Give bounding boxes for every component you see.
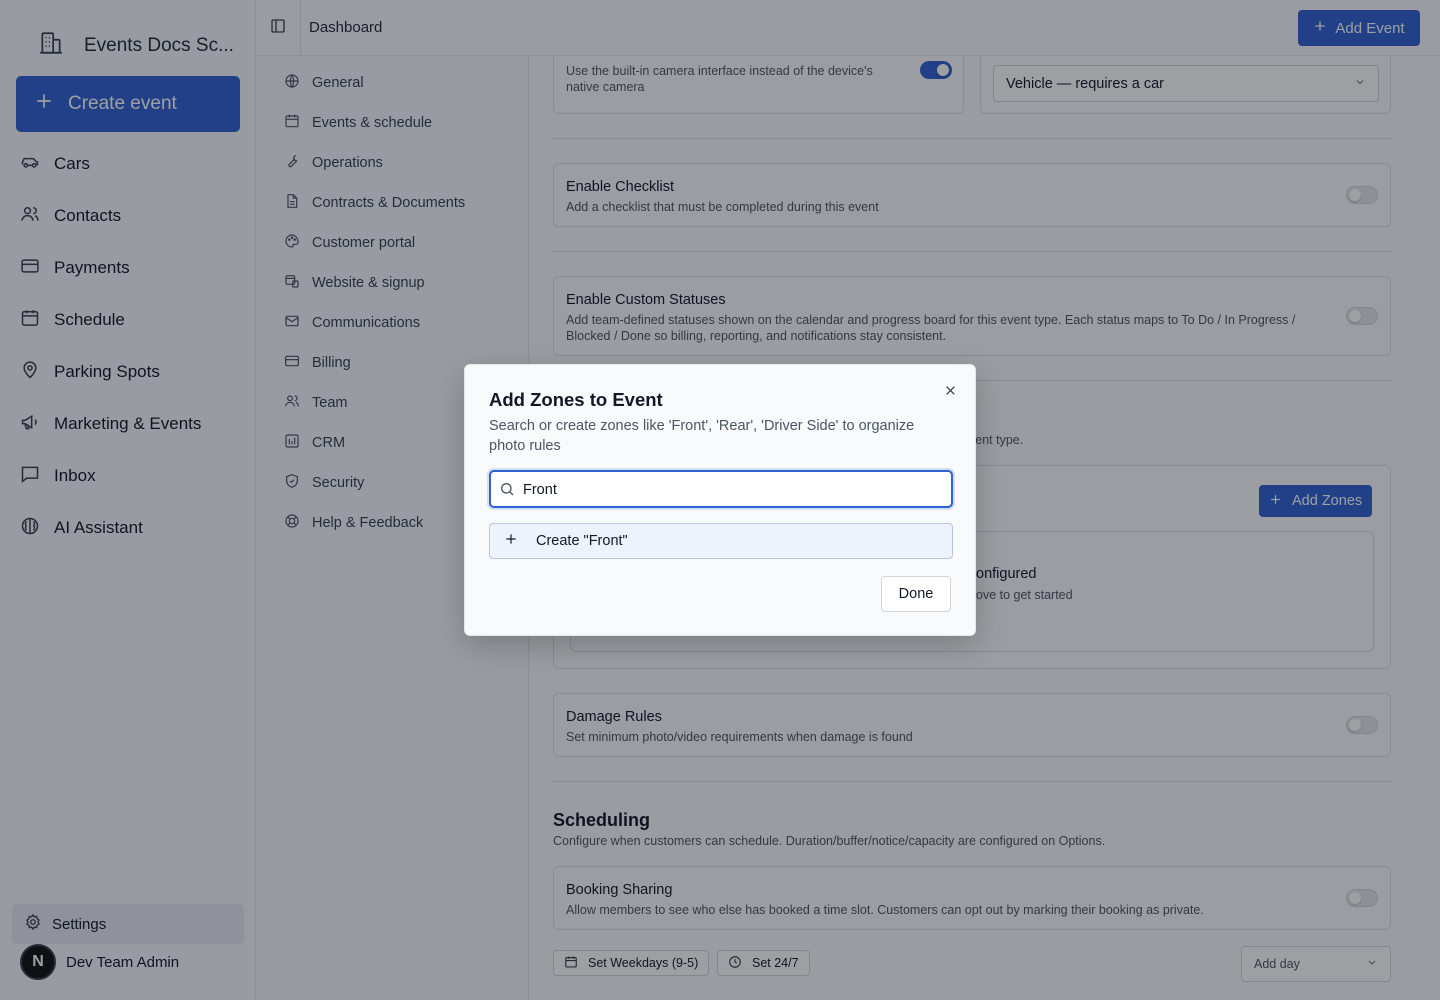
close-icon[interactable] xyxy=(941,381,959,399)
plus-icon xyxy=(504,532,518,550)
zone-search-field xyxy=(489,470,953,508)
done-button[interactable]: Done xyxy=(881,576,951,612)
zone-search-input[interactable] xyxy=(523,478,943,502)
dialog-title: Add Zones to Event xyxy=(489,389,663,410)
create-zone-label: Create "Front" xyxy=(536,533,628,549)
create-zone-option[interactable]: Create "Front" xyxy=(489,523,953,559)
dialog-description: Search or create zones like 'Front', 'Re… xyxy=(489,418,915,454)
add-zones-dialog: Add Zones to Event Search or create zone… xyxy=(464,364,976,636)
